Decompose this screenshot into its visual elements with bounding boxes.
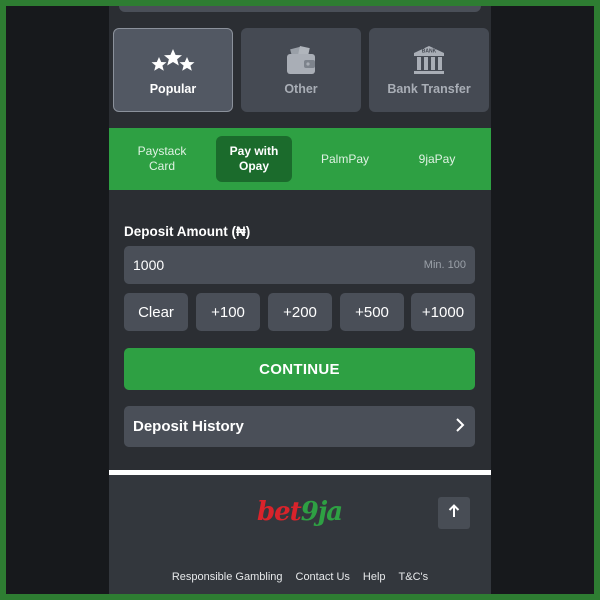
method-label: Other [284, 82, 318, 96]
tab-pay-with-opay[interactable]: Pay with Opay [216, 136, 292, 182]
tab-label-line1: Pay with [229, 144, 279, 158]
tab-label-line1: 9jaPay [418, 151, 456, 166]
deposit-amount-input[interactable]: 1000 Min. 100 [124, 246, 475, 284]
chevron-right-icon [454, 417, 466, 437]
amount-value[interactable]: 1000 [133, 257, 164, 273]
bet9ja-logo[interactable]: bet9ja [257, 497, 343, 527]
continue-button[interactable]: CONTINUE [124, 348, 475, 390]
tab-label-line1: Paystack [137, 144, 187, 158]
link-responsible-gambling[interactable]: Responsible Gambling [172, 571, 283, 583]
scroll-to-top-button[interactable] [438, 497, 470, 529]
tab-label-line2: Card [148, 159, 175, 173]
deposit-screen: Popular Other BANK Bank Transfer Paystac… [109, 6, 491, 594]
payment-method-tiles: Popular Other BANK Bank Transfer [113, 28, 489, 112]
method-tile-bank-transfer[interactable]: BANK Bank Transfer [369, 28, 489, 112]
quick-amount-1000-button[interactable]: +1000 [411, 293, 475, 331]
top-scroll-bar [119, 6, 481, 12]
tab-label-line2: Opay [238, 159, 269, 173]
method-label: Bank Transfer [387, 82, 471, 96]
deposit-history-label: Deposit History [133, 418, 244, 435]
deposit-history-button[interactable]: Deposit History [124, 406, 475, 447]
tab-paystack-card[interactable]: Paystack Card [123, 136, 201, 182]
stars-icon [149, 44, 197, 78]
tab-label-line1: PalmPay [320, 151, 370, 166]
method-label: Popular [149, 82, 197, 96]
link-help[interactable]: Help [363, 571, 386, 583]
deposit-amount-label: Deposit Amount (₦) [124, 224, 251, 239]
logo-part-9ja: 9ja [300, 497, 343, 527]
link-terms[interactable]: T&C's [399, 571, 429, 583]
quick-amount-200-button[interactable]: +200 [268, 293, 332, 331]
min-amount-hint: Min. 100 [423, 259, 466, 271]
provider-tabs: Paystack Card Pay with Opay PalmPay 9jaPay [109, 128, 491, 190]
quick-amount-100-button[interactable]: +100 [196, 293, 260, 331]
footer: bet9ja Responsible Gambling Contact Us H… [109, 475, 491, 594]
method-tile-other[interactable]: Other [241, 28, 361, 112]
app-frame: Popular Other BANK Bank Transfer Paystac… [6, 6, 594, 594]
wallet-icon [285, 44, 317, 78]
method-tile-popular[interactable]: Popular [113, 28, 233, 112]
logo-part-bet: bet [257, 497, 302, 527]
footer-links: Responsible Gambling Contact Us Help T&C… [109, 571, 491, 583]
tab-9japay[interactable]: 9jaPay [399, 136, 475, 182]
arrow-up-icon [448, 503, 460, 523]
bank-icon-text: BANK [422, 49, 437, 55]
link-contact-us[interactable]: Contact Us [296, 571, 350, 583]
clear-button[interactable]: Clear [124, 293, 188, 331]
bank-icon: BANK [412, 44, 446, 78]
tab-palmpay[interactable]: PalmPay [307, 136, 383, 182]
quick-amount-500-button[interactable]: +500 [340, 293, 404, 331]
